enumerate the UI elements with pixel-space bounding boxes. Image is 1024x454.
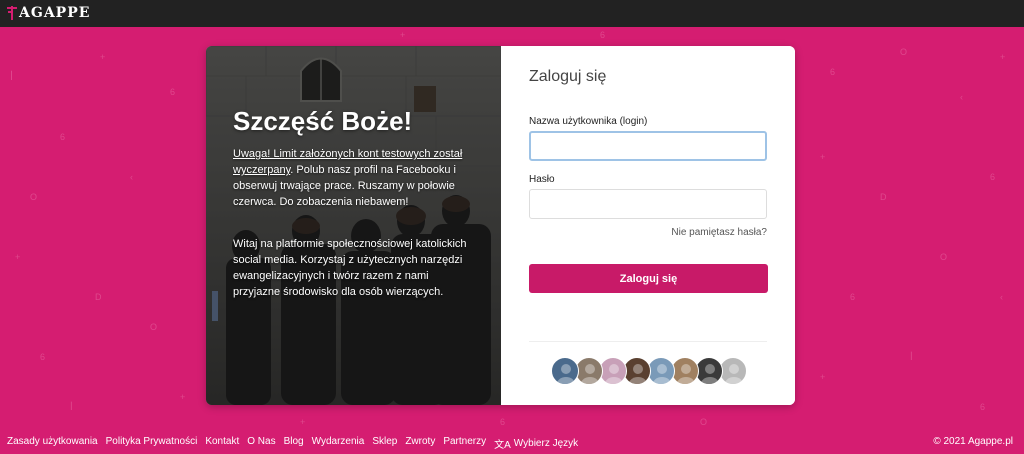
- footer-link-7[interactable]: Sklep: [372, 436, 397, 451]
- username-label: Nazwa użytkownika (login): [529, 116, 648, 127]
- svg-text:‹: ‹: [1000, 292, 1003, 302]
- footer-link-1[interactable]: Zasady użytkowania: [7, 436, 98, 451]
- login-button[interactable]: Zaloguj się: [529, 264, 768, 293]
- footer: Zasady użytkowania Polityka Prywatności Ko…: [0, 436, 1024, 451]
- username-input[interactable]: [529, 131, 767, 161]
- avatar-3[interactable]: [599, 357, 627, 385]
- svg-text:+: +: [820, 372, 825, 382]
- avatar-2[interactable]: [575, 357, 603, 385]
- svg-text:O: O: [940, 252, 947, 262]
- group-photo: [206, 46, 501, 405]
- svg-text:6: 6: [600, 30, 605, 40]
- svg-text:+: +: [15, 252, 20, 262]
- svg-text:D: D: [880, 192, 887, 202]
- svg-text:O: O: [30, 192, 37, 202]
- svg-text:6: 6: [850, 292, 855, 302]
- welcome-panel: Szczęść Boże! Uwaga! Limit założonych ko…: [206, 46, 501, 405]
- avatar-1[interactable]: [551, 357, 579, 385]
- footer-link-4[interactable]: O Nas: [247, 436, 275, 451]
- password-input[interactable]: [529, 189, 767, 219]
- login-card: Szczęść Boże! Uwaga! Limit założonych ko…: [206, 46, 795, 405]
- language-selector[interactable]: 文A Wybierz Język: [494, 436, 578, 451]
- svg-text:‹: ‹: [960, 92, 963, 102]
- login-form: Zaloguj się Nazwa użytkownika (login) Ha…: [501, 46, 795, 405]
- translate-icon: 文A: [494, 440, 511, 451]
- forgot-password-link[interactable]: Nie pamiętasz hasła?: [671, 227, 767, 238]
- login-title: Zaloguj się: [529, 68, 607, 85]
- copyright: © 2021 Agappe.pl: [933, 436, 1013, 447]
- logo-cross-icon: [7, 6, 17, 20]
- svg-text:O: O: [150, 322, 157, 332]
- svg-text:O: O: [700, 417, 707, 427]
- svg-text:+: +: [1000, 52, 1005, 62]
- brand-logo[interactable]: AGAPPE: [7, 3, 90, 23]
- svg-text:6: 6: [170, 87, 175, 97]
- svg-text:6: 6: [990, 172, 995, 182]
- svg-text:6: 6: [980, 402, 985, 412]
- svg-text:D: D: [95, 292, 102, 302]
- footer-links: Zasady użytkowania Polityka Prywatności Ko…: [7, 436, 586, 451]
- avatar-5[interactable]: [647, 357, 675, 385]
- intro-text: Witaj na platformie społecznościowej kat…: [233, 238, 467, 298]
- footer-link-9[interactable]: Partnerzy: [443, 436, 486, 451]
- svg-text:+: +: [400, 30, 405, 40]
- avatar-8[interactable]: [719, 357, 747, 385]
- svg-text:O: O: [900, 47, 907, 57]
- footer-link-2[interactable]: Polityka Prywatności: [106, 436, 198, 451]
- svg-text:6: 6: [40, 352, 45, 362]
- avatar-6[interactable]: [671, 357, 699, 385]
- footer-link-3[interactable]: Kontakt: [205, 436, 239, 451]
- password-label: Hasło: [529, 174, 555, 185]
- footer-link-8[interactable]: Zwroty: [405, 436, 435, 451]
- top-bar: AGAPPE: [0, 0, 1024, 27]
- svg-text:ꟾ: ꟾ: [10, 70, 13, 83]
- svg-text:ꟾ: ꟾ: [910, 351, 913, 362]
- avatar-4[interactable]: [623, 357, 651, 385]
- welcome-title: Szczęść Boże!: [233, 106, 413, 136]
- notice-text: Uwaga! Limit założonych kont testowych z…: [233, 146, 478, 210]
- svg-text:+: +: [300, 417, 305, 427]
- language-label: Wybierz Język: [513, 438, 579, 449]
- avatar-7[interactable]: [695, 357, 723, 385]
- brand-name: AGAPPE: [19, 5, 91, 21]
- svg-text:+: +: [100, 52, 105, 62]
- svg-text:6: 6: [60, 132, 65, 142]
- svg-text:+: +: [820, 152, 825, 162]
- svg-text:+: +: [180, 392, 185, 402]
- svg-text:ꟾ: ꟾ: [70, 401, 73, 412]
- svg-text:6: 6: [500, 417, 505, 427]
- footer-link-6[interactable]: Wydarzenia: [312, 436, 365, 451]
- divider: [529, 341, 767, 342]
- svg-text:‹: ‹: [130, 172, 133, 182]
- footer-link-5[interactable]: Blog: [284, 436, 304, 451]
- svg-text:6: 6: [830, 67, 835, 77]
